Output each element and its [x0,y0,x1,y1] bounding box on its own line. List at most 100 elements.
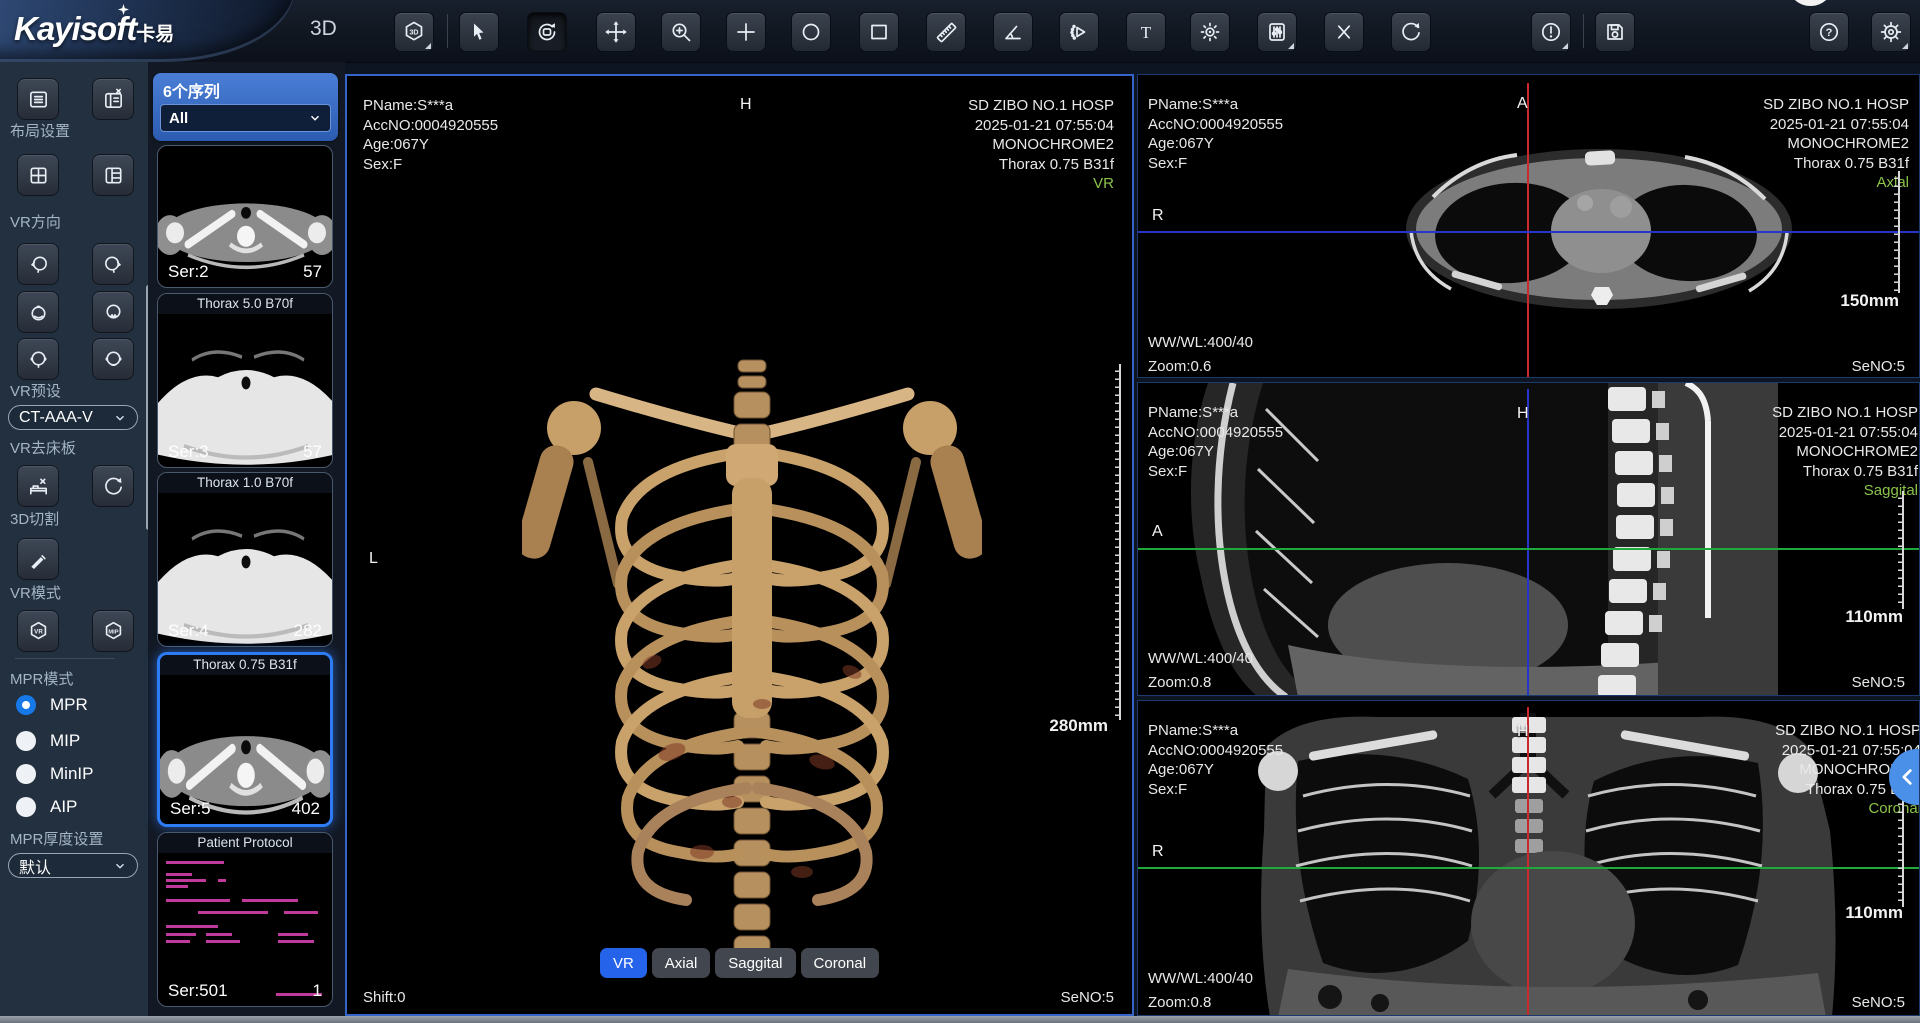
ruler-tool-button[interactable] [926,12,966,52]
series-filter-select[interactable]: All [160,104,331,132]
window-level-value: WW/WL:400/40 [1148,969,1253,989]
series-title: Thorax 1.0 B70f [158,473,332,493]
vr-direction-label: VR方向 [10,211,61,232]
help-button[interactable]: ? [1809,12,1849,52]
pan-tool-button[interactable] [596,12,636,52]
reset-view-button[interactable] [1391,12,1431,52]
rectangle-tool-button[interactable] [859,12,899,52]
window-level-value: WW/WL:400/40 [1148,649,1253,669]
mip-render-mode-button[interactable]: MIP [92,610,134,652]
series-panel: 6个序列 All Ser:2 57 Thorax [148,62,345,1016]
vr-head-back-button[interactable] [92,338,134,380]
crosshair-horizontal-line[interactable] [1138,867,1920,869]
layout-report-button[interactable] [17,78,59,120]
scale-ruler [1895,491,1904,609]
save-button[interactable] [1595,12,1635,52]
zoom-tool-button[interactable] [661,12,701,52]
adjust-levels-button[interactable] [1257,12,1297,52]
mpr-thickness-select[interactable]: 默认 [8,853,138,878]
cine-tool-button[interactable] [1059,12,1099,52]
vr-render-mode-button[interactable]: VR [17,610,59,652]
patient-sex: Sex:F [1148,462,1283,482]
window-level-value: WW/WL:400/40 [1148,333,1253,353]
series-thumbnail-selected[interactable]: Thorax 0.75 B31f Ser:5 402 [157,652,333,827]
vr-3d-viewport[interactable]: PName:S***a AccNO:0004920555 Age:067Y Se… [345,74,1134,1016]
angle-tool-button[interactable] [993,12,1033,52]
hospital-name: SD ZIBO NO.1 HOSP [1763,95,1909,115]
series-thumbnail[interactable]: Patient Protocol Ser:501 1 [157,832,333,1007]
pan-icon [604,20,628,44]
dropdown-corner [425,43,431,49]
hospital-name: SD ZIBO NO.1 HOSP [1775,721,1920,741]
series-number: Ser:5 [170,799,211,819]
info-icon [1539,20,1563,44]
delete-x-icon [1332,20,1356,44]
info-button[interactable] [1531,12,1571,52]
viewer-app: Kayisoft卡易 3D 3D [0,0,1920,1023]
orientation-marker-top: H [740,96,752,114]
head-top-icon [27,301,50,324]
gear-icon [1879,20,1903,44]
study-datetime: 2025-01-21 07:55:04 [1772,423,1918,443]
settings-button[interactable] [1871,12,1911,52]
study-info-block: SD ZIBO NO.1 HOSP 2025-01-21 07:55:04 MO… [1772,403,1920,501]
vr-preset-select[interactable]: CT-AAA-V [8,405,138,430]
delete-annotation-button[interactable] [1324,12,1364,52]
layout-grid-button[interactable] [17,154,59,196]
remove-bed-button[interactable] [17,465,59,507]
view-mode-buttons: VR Axial Saggital Coronal [347,948,1132,978]
layout-close-panel-button[interactable] [92,78,134,120]
bed-reset-button[interactable] [92,465,134,507]
layout-section-label: 布局设置 [10,120,70,141]
scalpel-cut-button[interactable] [17,538,59,580]
saggital-mode-button[interactable]: Saggital [715,948,795,978]
text-tool-button[interactable]: T [1126,12,1166,52]
aip-radio-option[interactable]: AIP [16,797,77,817]
dropdown-corner [1562,43,1568,49]
patient-age: Age:067Y [1148,442,1283,462]
top-toolbar: Kayisoft卡易 3D 3D [0,0,1920,63]
pointer-icon [467,20,491,44]
vr-head-top-button[interactable] [17,291,59,333]
vr-badge-icon: VR [27,620,50,643]
layout-split-button[interactable] [92,154,134,196]
saggital-viewport[interactable]: H A PName:S***a AccNO:0004920555 Age:067… [1137,382,1920,696]
minip-radio-option[interactable]: MinIP [16,764,93,784]
pointer-tool-button[interactable] [459,12,499,52]
accession-number: AccNO:0004920555 [1148,423,1283,443]
mpr-radio-option[interactable]: MPR [16,695,88,715]
scale-ruler [1895,797,1904,907]
vr-head-front-button[interactable] [17,338,59,380]
mip-radio-option[interactable]: MIP [16,731,80,751]
user-avatar[interactable] [1787,0,1834,6]
crosshair-vertical-line[interactable] [1527,389,1529,696]
patient-sex: Sex:F [1148,154,1283,174]
coronal-mode-button[interactable]: Coronal [801,948,880,978]
vr-head-right-button[interactable] [92,243,134,285]
window-level-button[interactable] [1190,12,1230,52]
vr-head-left-button[interactable] [17,243,59,285]
ellipse-tool-button[interactable] [791,12,831,52]
crosshair-tool-button[interactable] [726,12,766,52]
series-number: Ser:3 [168,442,209,462]
vr-head-bottom-button[interactable] [92,291,134,333]
layout-x-icon [102,88,125,111]
accession-number: AccNO:0004920555 [1148,741,1283,761]
series-3d-button[interactable]: 3D [394,12,434,52]
zoom-in-icon [669,20,693,44]
image-count: 282 [294,621,322,641]
crosshair-horizontal-line[interactable] [1138,548,1920,550]
rotate-3d-tool-button[interactable] [527,12,567,52]
series-thumbnail[interactable]: Ser:2 57 [157,145,333,288]
chevron-down-icon [113,411,127,425]
axial-mode-button[interactable]: Axial [652,948,711,978]
coronal-viewport[interactable]: H R PName:S***a AccNO:0004920555 Age:067… [1137,700,1920,1016]
vr-mode-button[interactable]: VR [600,948,647,978]
crosshair-vertical-line[interactable] [1527,707,1529,1016]
series-filter-value: All [169,110,188,127]
axial-viewport[interactable]: A R PName:S***a AccNO:0004920555 Age:067… [1137,74,1920,378]
crosshair-icon [734,20,758,44]
crosshair-horizontal-line[interactable] [1138,231,1920,233]
series-thumbnail[interactable]: Thorax 1.0 B70f Ser:4 282 [157,472,333,647]
series-thumbnail[interactable]: Thorax 5.0 B70f Ser:3 57 [157,293,333,468]
